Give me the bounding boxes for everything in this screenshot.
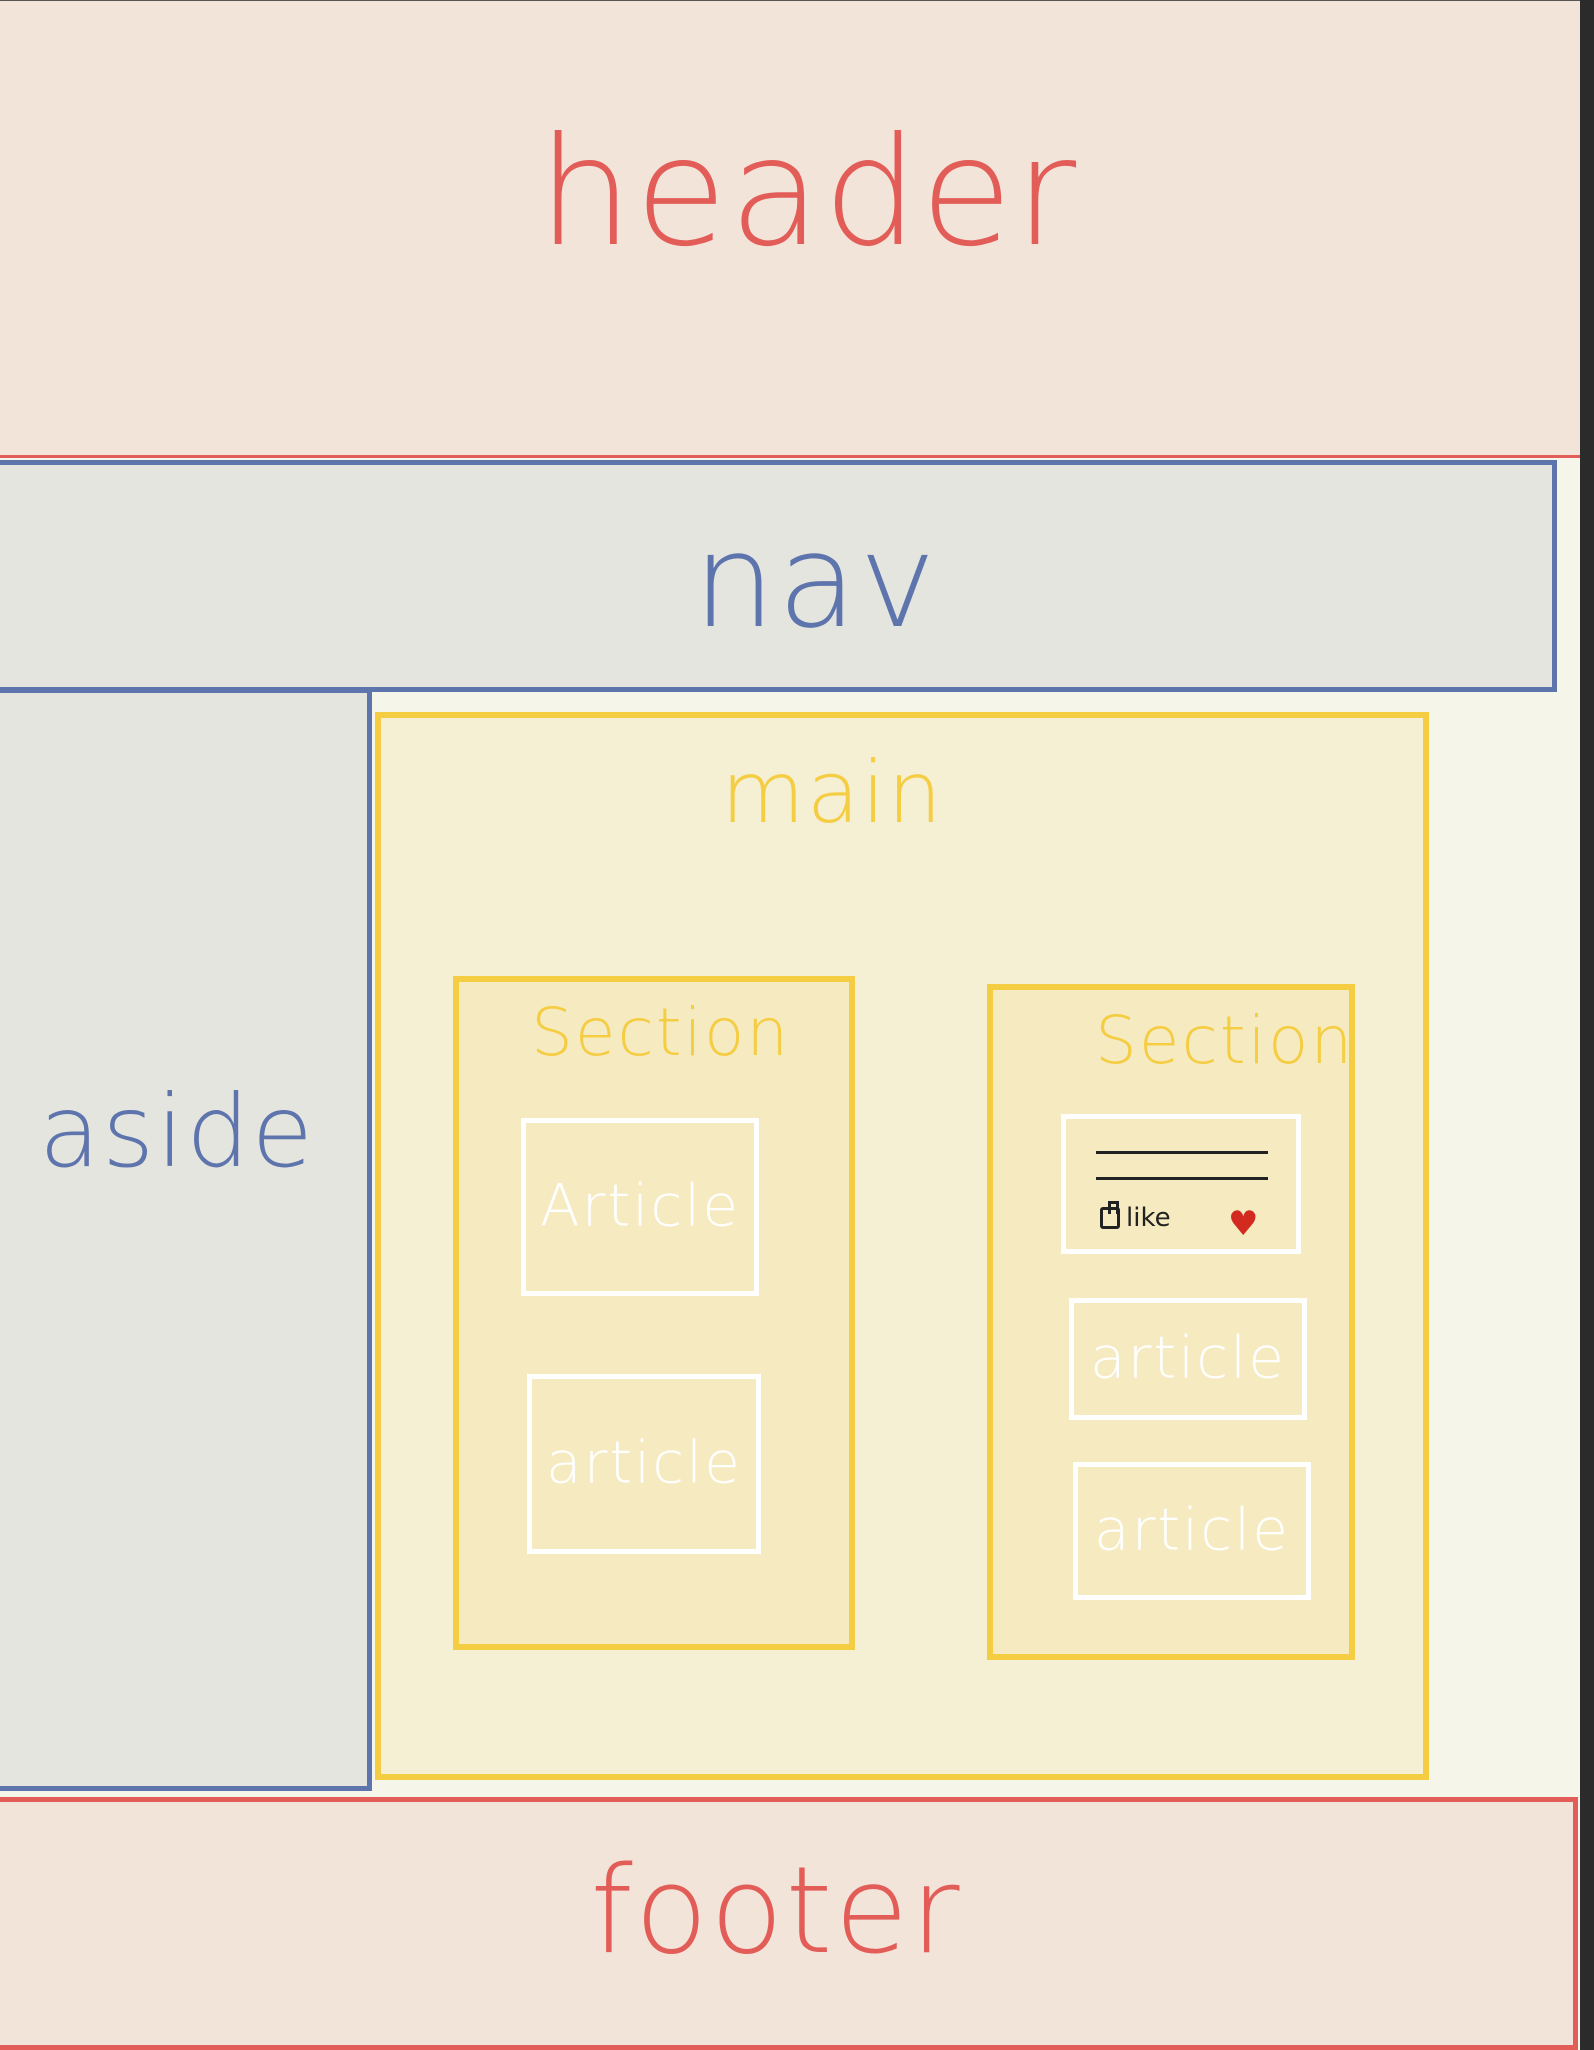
main-region: main Section Article article Section lik… [375, 712, 1429, 1780]
nav-label: nav [693, 505, 938, 657]
section-left: Section Article article [453, 976, 855, 1650]
like-label: like [1126, 1203, 1171, 1233]
article-box: article [1073, 1462, 1311, 1600]
main-label: main [721, 743, 944, 843]
text-line [1096, 1177, 1268, 1180]
footer-label: footer [590, 1842, 962, 1981]
footer-region: footer [0, 1797, 1578, 2050]
aside-region: aside [0, 688, 372, 1791]
window-edge [1580, 0, 1594, 2050]
section-label: Section [531, 994, 791, 1071]
header-label: header [537, 106, 1079, 280]
thumbs-up-icon [1100, 1201, 1120, 1229]
section-label: Section [1095, 1002, 1355, 1079]
article-label: article [1090, 1323, 1286, 1392]
post-card-sketch: like ♥ [1061, 1114, 1301, 1254]
header-region: header [0, 0, 1580, 458]
aside-label: aside [38, 1073, 316, 1190]
article-label: Article [539, 1171, 741, 1240]
article-box: article [1069, 1298, 1307, 1420]
heart-icon: ♥ [1228, 1204, 1259, 1244]
article-box: article [527, 1374, 761, 1554]
article-label: article [546, 1428, 742, 1497]
text-line [1096, 1151, 1268, 1154]
nav-region: nav [0, 460, 1557, 692]
article-box: Article [521, 1118, 759, 1296]
section-right: Section like ♥ article article [987, 984, 1355, 1660]
like-button: like [1100, 1201, 1171, 1233]
article-label: article [1094, 1495, 1290, 1564]
